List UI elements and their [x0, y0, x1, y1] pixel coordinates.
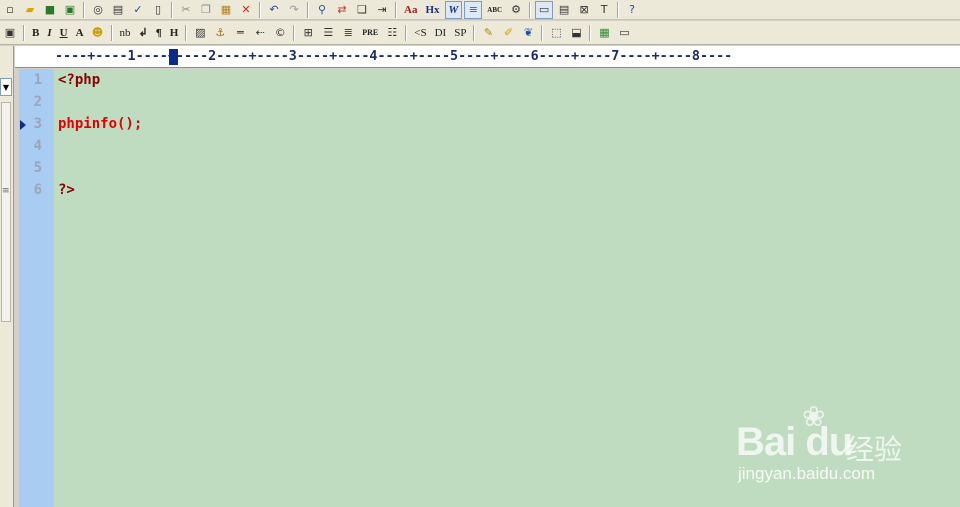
standard-toolbar: ▫ ▰ ■ ▣ ◎ ▤ ✓ ▯ ✂ ❐ ▦ ✕ ↶ ↷ ⚲ ⇄ ❏ ⇥ Aa H…: [0, 0, 960, 20]
edit-icon[interactable]: ✎: [479, 24, 497, 42]
spellcheck-icon[interactable]: ✓: [129, 1, 147, 19]
delete-icon[interactable]: ✕: [237, 1, 255, 19]
ruler-cursor-marker: [169, 49, 178, 65]
window-icon[interactable]: ▭: [615, 24, 633, 42]
replace-icon[interactable]: ⇄: [333, 1, 351, 19]
block-icon[interactable]: ⬚: [547, 24, 565, 42]
sp-tag-button[interactable]: SP: [451, 24, 469, 42]
separator: [110, 24, 113, 41]
print-icon[interactable]: ▤: [109, 1, 127, 19]
code-line[interactable]: phpinfo();: [58, 116, 142, 132]
styles-icon[interactable]: ❦: [519, 24, 537, 42]
anchor-icon[interactable]: ⚓: [211, 24, 229, 42]
panel-dropdown[interactable]: ▼: [0, 78, 12, 96]
font-button[interactable]: A: [73, 24, 87, 42]
save-all-icon[interactable]: ▣: [61, 1, 79, 19]
separator: [23, 24, 25, 41]
find-in-files-icon[interactable]: ❏: [353, 1, 371, 19]
code-line[interactable]: <?php: [58, 72, 100, 88]
separator: [307, 1, 309, 18]
redo-icon[interactable]: ↷: [285, 1, 303, 19]
line-numbers-icon[interactable]: ≡: [464, 0, 483, 19]
line-number: 5: [33, 160, 42, 176]
special-char-icon[interactable]: ©: [271, 24, 289, 42]
separator: [83, 1, 85, 18]
separator: [529, 1, 532, 18]
undo-icon[interactable]: ↶: [265, 1, 283, 19]
break-button[interactable]: ↲: [136, 24, 151, 42]
nbsp-button[interactable]: nb: [117, 24, 134, 42]
panel-scrollbar[interactable]: [1, 102, 11, 322]
help-icon[interactable]: ?: [623, 1, 641, 19]
list-icon[interactable]: ☷: [383, 24, 401, 42]
bold-button[interactable]: B: [29, 24, 42, 42]
word-wrap-button[interactable]: W: [444, 0, 463, 19]
watermark-url: jingyan.baidu.com: [738, 464, 876, 483]
settings-icon[interactable]: ⚙: [507, 1, 525, 19]
center-icon[interactable]: ☰: [319, 24, 337, 42]
line-number: 6: [33, 182, 42, 198]
find-icon[interactable]: ⚲: [313, 1, 331, 19]
separator: [589, 24, 592, 41]
line-number-gutter: 1 2 3 4 5 6: [19, 69, 54, 507]
view-edit-icon[interactable]: ▭: [535, 0, 554, 19]
template-icon[interactable]: T: [595, 1, 613, 19]
view-split-icon[interactable]: ▤: [555, 1, 573, 19]
heading-button[interactable]: H: [167, 24, 182, 42]
separator: [617, 1, 620, 18]
baidu-watermark-logo: Bai du: [736, 420, 853, 464]
hex-button[interactable]: Hx: [422, 1, 442, 19]
separator: [541, 24, 544, 41]
separator: [293, 24, 296, 41]
image-icon[interactable]: ▨: [191, 24, 209, 42]
span-tag-button[interactable]: <S: [411, 24, 429, 42]
separator: [171, 1, 173, 18]
underline-button[interactable]: U: [57, 24, 71, 42]
line-number: 2: [33, 94, 42, 110]
save-icon[interactable]: ■: [41, 1, 59, 19]
color-picker-icon[interactable]: ▦: [595, 24, 613, 42]
line-number: 4: [33, 138, 42, 154]
open-icon[interactable]: ▰: [21, 1, 39, 19]
html-toolbar: ▣ B I U A ☻ nb ↲ ¶ H ▨ ⚓ ═ ⇠ © ⊞ ☰ ≣ PRE…: [0, 21, 960, 45]
page-icon[interactable]: ▯: [149, 1, 167, 19]
pre-button[interactable]: PRE: [359, 24, 381, 42]
separator: [473, 24, 476, 41]
color-icon[interactable]: ☻: [89, 24, 107, 42]
font-button[interactable]: Aa: [401, 1, 420, 19]
side-panel-rail: ▼ ≡: [0, 46, 14, 507]
separator: [259, 1, 261, 18]
separator: [395, 1, 397, 18]
watermark-jingyan-text: 经验: [846, 433, 903, 466]
print-preview-icon[interactable]: ◎: [89, 1, 107, 19]
italic-button[interactable]: I: [44, 24, 54, 42]
chevron-down-icon: ▼: [2, 82, 10, 92]
ruler-scale: ----+----1----+----2----+----3----+----4…: [55, 49, 733, 64]
highlight-icon[interactable]: ✐: [499, 24, 517, 42]
spell-abc-button[interactable]: ABC: [484, 1, 505, 19]
horizontal-rule-icon[interactable]: ═: [231, 24, 249, 42]
comment-icon[interactable]: ⇠: [251, 24, 269, 42]
line-number: 3: [33, 116, 42, 132]
quick-start-icon[interactable]: ▣: [1, 24, 19, 42]
current-line-marker-icon: [20, 120, 26, 130]
new-icon[interactable]: ▫: [1, 1, 19, 19]
div-tag-button[interactable]: DI: [432, 24, 450, 42]
close-window-icon[interactable]: ⊠: [575, 1, 593, 19]
paste-icon[interactable]: ▦: [217, 1, 235, 19]
code-line[interactable]: ?>: [58, 182, 75, 198]
column-ruler: ----+----1----+----2----+----3----+----4…: [15, 46, 960, 68]
separator: [185, 24, 188, 41]
grip-icon[interactable]: ≡: [2, 186, 10, 196]
separator: [405, 24, 408, 41]
frame-icon[interactable]: ⬓: [567, 24, 585, 42]
align-right-icon[interactable]: ≣: [339, 24, 357, 42]
goto-icon[interactable]: ⇥: [373, 1, 391, 19]
cut-icon[interactable]: ✂: [177, 1, 195, 19]
line-number: 1: [33, 72, 42, 88]
paragraph-button[interactable]: ¶: [153, 24, 165, 42]
table-icon[interactable]: ⊞: [299, 24, 317, 42]
copy-icon[interactable]: ❐: [197, 1, 215, 19]
